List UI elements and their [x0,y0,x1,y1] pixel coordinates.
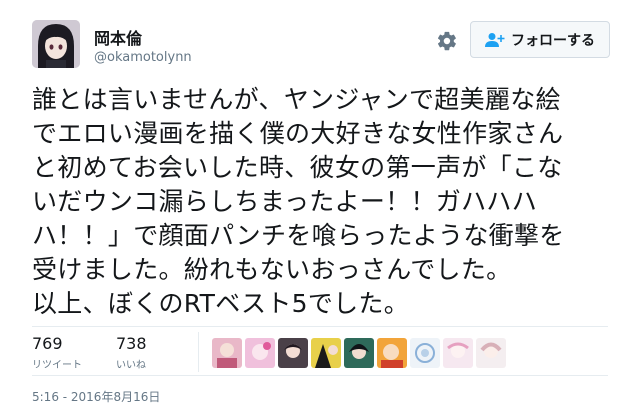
retweet-label: リツイート [32,360,82,371]
liker-avatar[interactable] [344,338,374,368]
liker-avatar[interactable] [212,338,242,368]
liker-avatar[interactable] [410,338,440,368]
retweet-stat[interactable]: 769 リツイート [32,334,82,371]
user-avatar[interactable] [32,20,80,68]
tweet-timestamp[interactable]: 5:16 - 2016年8月16日 [32,388,160,405]
screen-name[interactable]: @okamotolynn [94,50,192,65]
like-count: 738 [116,334,147,353]
divider [32,375,608,376]
follow-button-label: フォローする [511,32,595,49]
liker-avatar[interactable] [443,338,473,368]
liker-avatar[interactable] [245,338,275,368]
add-user-icon [485,32,505,48]
liker-avatar[interactable] [377,338,407,368]
display-name[interactable]: 岡本倫 [94,25,142,49]
tweet-text: 誰とは言いませんが、ヤンジャンで超美麗な絵 でエロい漫画を描く僕の大好きな女性作… [32,85,565,318]
like-stat[interactable]: 738 いいね [116,334,147,371]
like-label: いいね [116,360,146,371]
stat-separator [198,332,199,372]
retweet-count: 769 [32,334,63,353]
follow-button[interactable]: フォローする [470,21,610,58]
liker-avatar[interactable] [476,338,506,368]
liker-avatars [212,338,506,368]
gear-icon[interactable] [436,30,458,52]
liker-avatar[interactable] [311,338,341,368]
liker-avatar[interactable] [278,338,308,368]
divider [32,326,608,327]
